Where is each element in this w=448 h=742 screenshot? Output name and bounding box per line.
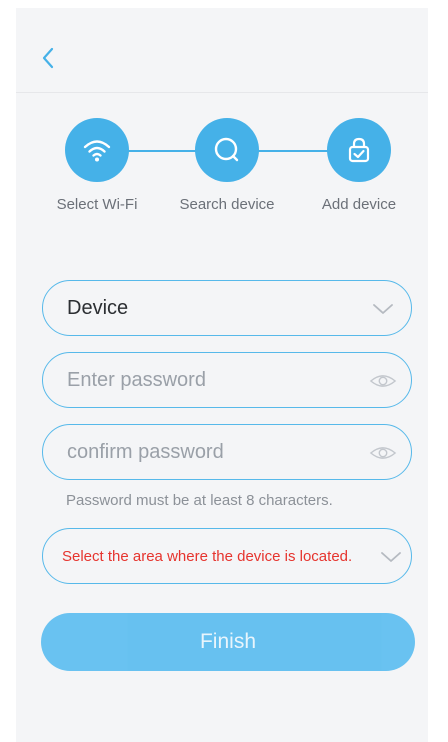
lock-check-icon [348,137,370,163]
area-select-placeholder: Select the area where the device is loca… [62,547,353,565]
chevron-left-icon [42,47,54,69]
chevron-down-icon [377,543,405,571]
device-select[interactable]: Device [42,280,412,336]
chevron-down-icon [369,295,397,323]
step-label-search-device: Search device [179,196,275,213]
step-connector [258,150,330,152]
device-select-value: Device [67,296,129,319]
password-hint: Password must be at least 8 characters. [66,492,333,509]
wifi-icon [83,140,111,162]
finish-button[interactable]: Finish [41,613,415,671]
eye-icon[interactable] [369,439,397,467]
area-select[interactable]: Select the area where the device is loca… [42,528,412,584]
progress-steps: Select Wi-Fi Search device Add device [16,112,428,222]
step-select-wifi [65,118,129,182]
step-search-device [195,118,259,182]
search-icon [214,137,239,162]
step-label-select-wifi: Select Wi-Fi [56,196,138,213]
eye-icon[interactable] [369,367,397,395]
back-button[interactable] [36,44,60,72]
confirm-password-placeholder: confirm password [67,440,224,463]
password-placeholder: Enter password [67,368,206,391]
confirm-password-field[interactable]: confirm password [42,424,412,480]
step-add-device [327,118,391,182]
password-field[interactable]: Enter password [42,352,412,408]
top-bar [16,8,428,93]
screen: Select Wi-Fi Search device Add device De… [16,8,428,742]
step-label-add-device: Add device [321,196,397,213]
